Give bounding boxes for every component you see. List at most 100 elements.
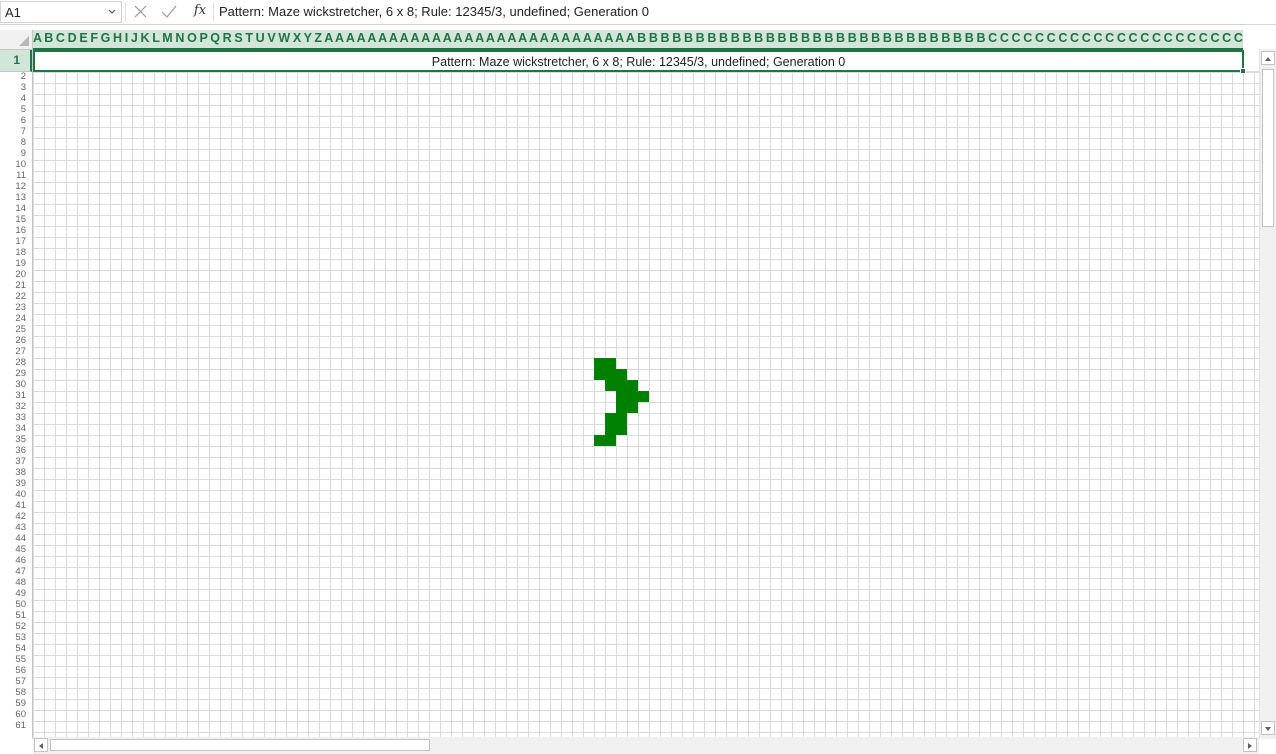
row-number[interactable]: 55 bbox=[0, 654, 26, 665]
live-cell[interactable] bbox=[616, 380, 627, 391]
live-cell[interactable] bbox=[627, 402, 638, 413]
live-cell[interactable] bbox=[627, 380, 638, 391]
row-number[interactable]: 12 bbox=[0, 181, 26, 192]
row-number[interactable]: 45 bbox=[0, 544, 26, 555]
live-cell[interactable] bbox=[594, 435, 605, 446]
row-number[interactable]: 21 bbox=[0, 280, 26, 291]
row-number[interactable]: 50 bbox=[0, 599, 26, 610]
column-headers[interactable]: A B C D E F G H I J K L M N O P Q R S T … bbox=[33, 30, 1243, 50]
row-number[interactable]: 58 bbox=[0, 687, 26, 698]
row-number[interactable]: 41 bbox=[0, 500, 26, 511]
live-cell[interactable] bbox=[605, 369, 616, 380]
row-number[interactable]: 60 bbox=[0, 709, 26, 720]
row-number[interactable]: 40 bbox=[0, 489, 26, 500]
select-all-button[interactable] bbox=[0, 30, 33, 50]
horizontal-scroll-thumb[interactable] bbox=[50, 739, 430, 751]
row-number[interactable]: 53 bbox=[0, 632, 26, 643]
scroll-up-icon[interactable] bbox=[1261, 51, 1275, 65]
live-cell[interactable] bbox=[638, 391, 649, 402]
row-number[interactable]: 14 bbox=[0, 203, 26, 214]
row-number[interactable]: 54 bbox=[0, 643, 26, 654]
divider bbox=[125, 3, 126, 21]
scroll-down-icon[interactable] bbox=[1261, 721, 1275, 735]
row-number[interactable]: 28 bbox=[0, 357, 26, 368]
live-cell[interactable] bbox=[616, 402, 627, 413]
row-number[interactable]: 26 bbox=[0, 335, 26, 346]
row-number[interactable]: 16 bbox=[0, 225, 26, 236]
row-number[interactable]: 24 bbox=[0, 313, 26, 324]
row-header-selected[interactable]: 1 bbox=[0, 50, 32, 72]
row-number[interactable]: 7 bbox=[0, 126, 26, 137]
row-number[interactable]: 46 bbox=[0, 555, 26, 566]
live-cell[interactable] bbox=[605, 435, 616, 446]
scroll-left-icon[interactable] bbox=[34, 738, 48, 752]
live-cell[interactable] bbox=[605, 380, 616, 391]
live-cell[interactable] bbox=[616, 413, 627, 424]
row-number[interactable]: 4 bbox=[0, 93, 26, 104]
row-number[interactable]: 29 bbox=[0, 368, 26, 379]
row-number[interactable]: 30 bbox=[0, 379, 26, 390]
vertical-scrollbar[interactable] bbox=[1259, 49, 1276, 739]
close-icon[interactable] bbox=[130, 2, 152, 22]
row-number[interactable]: 37 bbox=[0, 456, 26, 467]
row-number[interactable]: 42 bbox=[0, 511, 26, 522]
fx-icon[interactable]: fx bbox=[190, 3, 210, 21]
row-number[interactable]: 36 bbox=[0, 445, 26, 456]
selected-cell-a1[interactable]: Pattern: Maze wickstretcher, 6 x 8; Rule… bbox=[33, 50, 1246, 74]
check-icon[interactable] bbox=[158, 2, 180, 22]
row-number[interactable]: 48 bbox=[0, 577, 26, 588]
row-number[interactable]: 6 bbox=[0, 115, 26, 126]
row-number[interactable]: 17 bbox=[0, 236, 26, 247]
row-number[interactable]: 38 bbox=[0, 467, 26, 478]
live-cell[interactable] bbox=[605, 413, 616, 424]
row-number[interactable]: 9 bbox=[0, 148, 26, 159]
chevron-down-icon[interactable] bbox=[105, 4, 119, 20]
name-box[interactable]: A1 bbox=[0, 1, 122, 23]
row-number[interactable]: 31 bbox=[0, 390, 26, 401]
row-number[interactable]: 51 bbox=[0, 610, 26, 621]
scroll-right-icon[interactable] bbox=[1243, 738, 1257, 752]
live-cell[interactable] bbox=[605, 358, 616, 369]
row-number[interactable]: 33 bbox=[0, 412, 26, 423]
row-number[interactable]: 47 bbox=[0, 566, 26, 577]
row-number[interactable]: 23 bbox=[0, 302, 26, 313]
row-number[interactable]: 44 bbox=[0, 533, 26, 544]
row-number[interactable]: 34 bbox=[0, 423, 26, 434]
live-cell[interactable] bbox=[594, 358, 605, 369]
row-number[interactable]: 15 bbox=[0, 214, 26, 225]
row-number[interactable]: 57 bbox=[0, 676, 26, 687]
row-number[interactable]: 19 bbox=[0, 258, 26, 269]
row-number[interactable]: 18 bbox=[0, 247, 26, 258]
row-number[interactable]: 43 bbox=[0, 522, 26, 533]
row-number[interactable]: 10 bbox=[0, 159, 26, 170]
row-number[interactable]: 52 bbox=[0, 621, 26, 632]
live-cell[interactable] bbox=[605, 424, 616, 435]
live-cell[interactable] bbox=[616, 369, 627, 380]
live-cell[interactable] bbox=[594, 369, 605, 380]
row-number[interactable]: 11 bbox=[0, 170, 26, 181]
row-number[interactable]: 39 bbox=[0, 478, 26, 489]
row-number[interactable]: 13 bbox=[0, 192, 26, 203]
row-number[interactable]: 22 bbox=[0, 291, 26, 302]
cell-grid[interactable]: Pattern: Maze wickstretcher, 6 x 8; Rule… bbox=[33, 50, 1259, 739]
row-number[interactable]: 5 bbox=[0, 104, 26, 115]
row-number[interactable]: 61 bbox=[0, 720, 26, 731]
row-number[interactable]: 56 bbox=[0, 665, 26, 676]
live-cell[interactable] bbox=[616, 424, 627, 435]
row-number[interactable]: 35 bbox=[0, 434, 26, 445]
row-number[interactable]: 20 bbox=[0, 269, 26, 280]
fill-handle[interactable] bbox=[1240, 68, 1246, 74]
row-number[interactable]: 49 bbox=[0, 588, 26, 599]
row-number[interactable]: 2 bbox=[0, 71, 26, 82]
live-cell[interactable] bbox=[627, 391, 638, 402]
vertical-scroll-thumb[interactable] bbox=[1262, 69, 1274, 227]
row-number[interactable]: 27 bbox=[0, 346, 26, 357]
formula-input[interactable]: Pattern: Maze wickstretcher, 6 x 8; Rule… bbox=[219, 4, 649, 19]
row-number[interactable]: 3 bbox=[0, 82, 26, 93]
row-number[interactable]: 8 bbox=[0, 137, 26, 148]
row-number[interactable]: 25 bbox=[0, 324, 26, 335]
row-number[interactable]: 59 bbox=[0, 698, 26, 709]
live-cell[interactable] bbox=[616, 391, 627, 402]
row-number[interactable]: 32 bbox=[0, 401, 26, 412]
horizontal-scrollbar[interactable] bbox=[33, 737, 1259, 754]
